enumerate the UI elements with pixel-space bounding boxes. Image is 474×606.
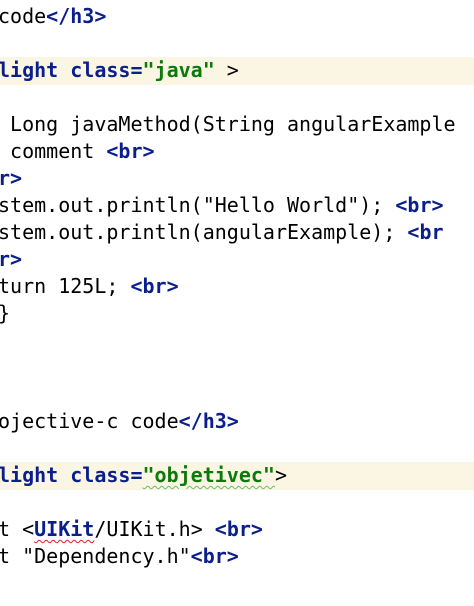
highlight-tag: light (0, 58, 59, 82)
code-line-7: stem.out.println(angularExample); <br (0, 219, 444, 246)
code-text: < (22, 517, 35, 541)
code-line-13: t <UIKit/UIKit.h> <br> (0, 516, 263, 543)
code-text: > (274, 463, 288, 487)
highlight-tag: light (0, 463, 59, 487)
code-line-14: t "Dependency.h"<br> (0, 543, 239, 570)
br-tag: <br> (106, 139, 155, 163)
uikit-spell-error: UIKit (34, 517, 95, 541)
code-text: comment (0, 139, 107, 163)
code-line-10: } (0, 300, 10, 327)
code-line-3: Long javaMethod(String angularExample (0, 111, 456, 138)
code-text: /UIKit.h> (94, 517, 215, 541)
class-value: "java" (142, 58, 215, 82)
h3-close-tag: </h3> (46, 4, 107, 28)
class-attribute: class= (70, 58, 143, 82)
code-text: turn 125L; (0, 274, 131, 298)
code-line-11: ojective-c code</h3> (0, 408, 239, 435)
br-tag: <br> (130, 274, 179, 298)
br-tag: <br> (395, 193, 444, 217)
code-line-9: turn 125L; <br> (0, 273, 179, 300)
code-text: t "Dependency.h" (0, 544, 191, 568)
code-line-6: stem.out.println("Hello World"); <br> (0, 192, 444, 219)
code-line-8: r> (0, 246, 22, 273)
code-text: stem.out.println("Hello World"); (0, 193, 396, 217)
h3-close-tag: </h3> (178, 409, 239, 433)
br-tag: r> (0, 247, 23, 271)
br-tag: <br> (190, 544, 239, 568)
code-line-4: comment <br> (0, 138, 155, 165)
code-line-1: code</h3> (0, 3, 106, 30)
br-tag: <br> (214, 517, 263, 541)
code-text: stem.out.println(angularExample); (0, 220, 408, 244)
code-line-12: light class="objetivec"> (0, 462, 287, 489)
code-editor[interactable]: code</h3> light class="java" > Long java… (0, 0, 474, 606)
code-text: code (0, 4, 47, 28)
br-tag: r> (0, 166, 23, 190)
code-text: Long javaMethod(String angularExample (0, 112, 456, 136)
code-line-2: light class="java" > (0, 57, 239, 84)
code-text: ojective-c code (0, 409, 179, 433)
br-tag: <br (407, 220, 444, 244)
code-line-5: r> (0, 165, 22, 192)
code-text: } (0, 301, 10, 325)
code-text: t (0, 517, 23, 541)
class-value: "objetivec" (142, 463, 275, 487)
code-text: > (214, 58, 239, 82)
class-attribute: class= (70, 463, 143, 487)
